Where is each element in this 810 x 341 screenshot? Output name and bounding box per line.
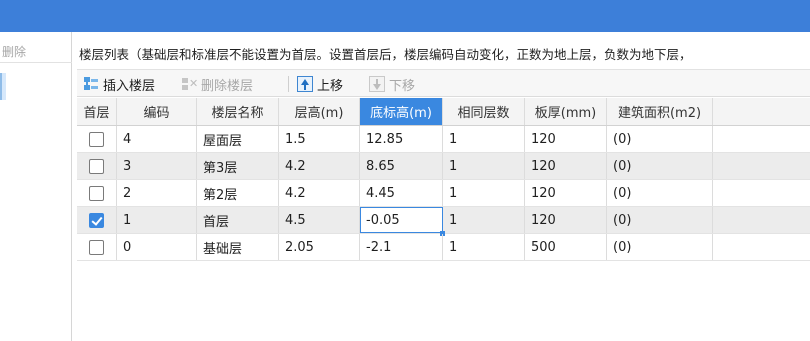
arrow-up-icon [297, 76, 313, 92]
first-floor-checkbox[interactable] [89, 185, 104, 201]
column-header[interactable]: 建筑面积(m2) [607, 98, 713, 125]
insert-floor-button[interactable]: 插入楼层 [83, 74, 155, 94]
first-floor-cell[interactable] [77, 234, 117, 260]
bottom-elevation-cell[interactable]: 12.85 [360, 126, 443, 152]
table-header: 首层 编码 楼层名称 层高(m) 底标高(m) 相同层数 板厚(mm) 建筑面积… [77, 98, 810, 126]
first-floor-cell[interactable] [77, 126, 117, 152]
code-cell[interactable]: 0 [117, 234, 197, 260]
bottom-elevation-cell[interactable]: -2.1 [360, 234, 443, 260]
name-cell[interactable]: 第2层 [197, 180, 279, 206]
column-header[interactable]: 首层 [77, 98, 117, 125]
table-row[interactable]: 3 第3层 4.2 8.65 1 120 (0) [77, 153, 810, 180]
arrow-down-icon [369, 76, 385, 92]
empty-cell [713, 207, 810, 233]
table-row[interactable]: 0 基础层 2.05 -2.1 1 500 (0) [77, 234, 810, 261]
height-cell[interactable]: 4.2 [279, 153, 360, 179]
bottom-elevation-cell[interactable]: 8.65 [360, 153, 443, 179]
slab-thickness-cell[interactable]: 120 [525, 153, 607, 179]
floor-table: 首层 编码 楼层名称 层高(m) 底标高(m) 相同层数 板厚(mm) 建筑面积… [77, 98, 810, 261]
move-down-button[interactable]: 下移 [369, 74, 415, 94]
same-count-cell[interactable]: 1 [443, 180, 525, 206]
empty-cell [713, 234, 810, 260]
delete-floor-button[interactable]: ✕ 删除楼层 [181, 74, 253, 94]
name-cell[interactable]: 首层 [197, 207, 279, 233]
table-row-selected[interactable]: 1 首层 4.5 -0.05 1 120 (0) [77, 207, 810, 236]
code-cell[interactable]: 2 [117, 180, 197, 206]
column-header[interactable]: 楼层名称 [197, 98, 279, 125]
first-floor-cell[interactable] [77, 153, 117, 179]
left-delete-button: 删除 [2, 45, 27, 59]
table-row[interactable]: 4 屋面层 1.5 12.85 1 120 (0) [77, 126, 810, 153]
insert-floor-icon [83, 76, 99, 92]
bottom-elevation-value: -0.05 [366, 212, 400, 228]
left-toolbar: 删除 [0, 37, 72, 63]
name-cell[interactable]: 基础层 [197, 234, 279, 260]
height-cell[interactable]: 2.05 [279, 234, 360, 260]
floor-toolbar: 插入楼层 ✕ 删除楼层 上移 下移 [77, 69, 810, 97]
height-cell[interactable]: 4.2 [279, 180, 360, 206]
floor-list-description: 楼层列表（基础层和标准层不能设置为首层。设置首层后，楼层编码自动变化，正数为地上… [79, 47, 692, 62]
code-cell[interactable]: 4 [117, 126, 197, 152]
column-header[interactable]: 板厚(mm) [525, 98, 607, 125]
name-cell[interactable]: 屋面层 [197, 126, 279, 152]
same-count-cell[interactable]: 1 [443, 126, 525, 152]
first-floor-cell[interactable] [77, 180, 117, 206]
empty-cell [713, 180, 810, 206]
empty-cell [713, 153, 810, 179]
name-cell[interactable]: 第3层 [197, 153, 279, 179]
first-floor-checkbox[interactable] [89, 158, 104, 174]
delete-floor-icon: ✕ [181, 76, 198, 92]
move-up-button[interactable]: 上移 [297, 74, 343, 94]
column-header[interactable]: 编码 [117, 98, 197, 125]
bottom-elevation-cell-focused[interactable]: -0.05 [360, 207, 445, 236]
column-header-empty [713, 98, 810, 125]
column-header[interactable]: 相同层数 [443, 98, 525, 125]
delete-floor-label: 删除楼层 [201, 78, 254, 94]
building-area-cell[interactable]: (0) [607, 180, 713, 206]
toolbar-divider [288, 76, 289, 92]
insert-floor-label: 插入楼层 [103, 78, 156, 94]
move-down-label: 下移 [389, 78, 416, 94]
slab-thickness-cell[interactable]: 120 [525, 180, 607, 206]
same-count-cell[interactable]: 1 [443, 234, 525, 260]
slab-thickness-cell[interactable]: 500 [525, 234, 607, 260]
building-area-cell[interactable]: (0) [607, 234, 713, 260]
code-cell[interactable]: 1 [117, 207, 197, 233]
column-header[interactable]: 层高(m) [279, 98, 360, 125]
first-floor-cell[interactable] [77, 207, 117, 233]
left-selected-item[interactable] [0, 73, 6, 100]
slab-thickness-cell[interactable]: 120 [525, 207, 607, 233]
building-area-cell[interactable]: (0) [607, 126, 713, 152]
building-area-cell[interactable]: (0) [607, 153, 713, 179]
empty-cell [713, 126, 810, 152]
same-count-cell[interactable]: 1 [443, 153, 525, 179]
window-titlebar [0, 0, 810, 32]
height-cell[interactable]: 4.5 [279, 207, 360, 233]
code-cell[interactable]: 3 [117, 153, 197, 179]
same-count-cell[interactable]: 1 [443, 207, 525, 233]
column-header-active[interactable]: 底标高(m) [360, 98, 443, 125]
slab-thickness-cell[interactable]: 120 [525, 126, 607, 152]
building-area-cell[interactable]: (0) [607, 207, 713, 233]
first-floor-checkbox-checked[interactable] [89, 212, 104, 228]
floor-group-panel [0, 32, 72, 341]
table-row[interactable]: 2 第2层 4.2 4.45 1 120 (0) [77, 180, 810, 207]
height-cell[interactable]: 1.5 [279, 126, 360, 152]
move-up-label: 上移 [317, 78, 344, 94]
bottom-elevation-cell[interactable]: 4.45 [360, 180, 443, 206]
first-floor-checkbox[interactable] [89, 239, 104, 255]
first-floor-checkbox[interactable] [89, 131, 104, 147]
